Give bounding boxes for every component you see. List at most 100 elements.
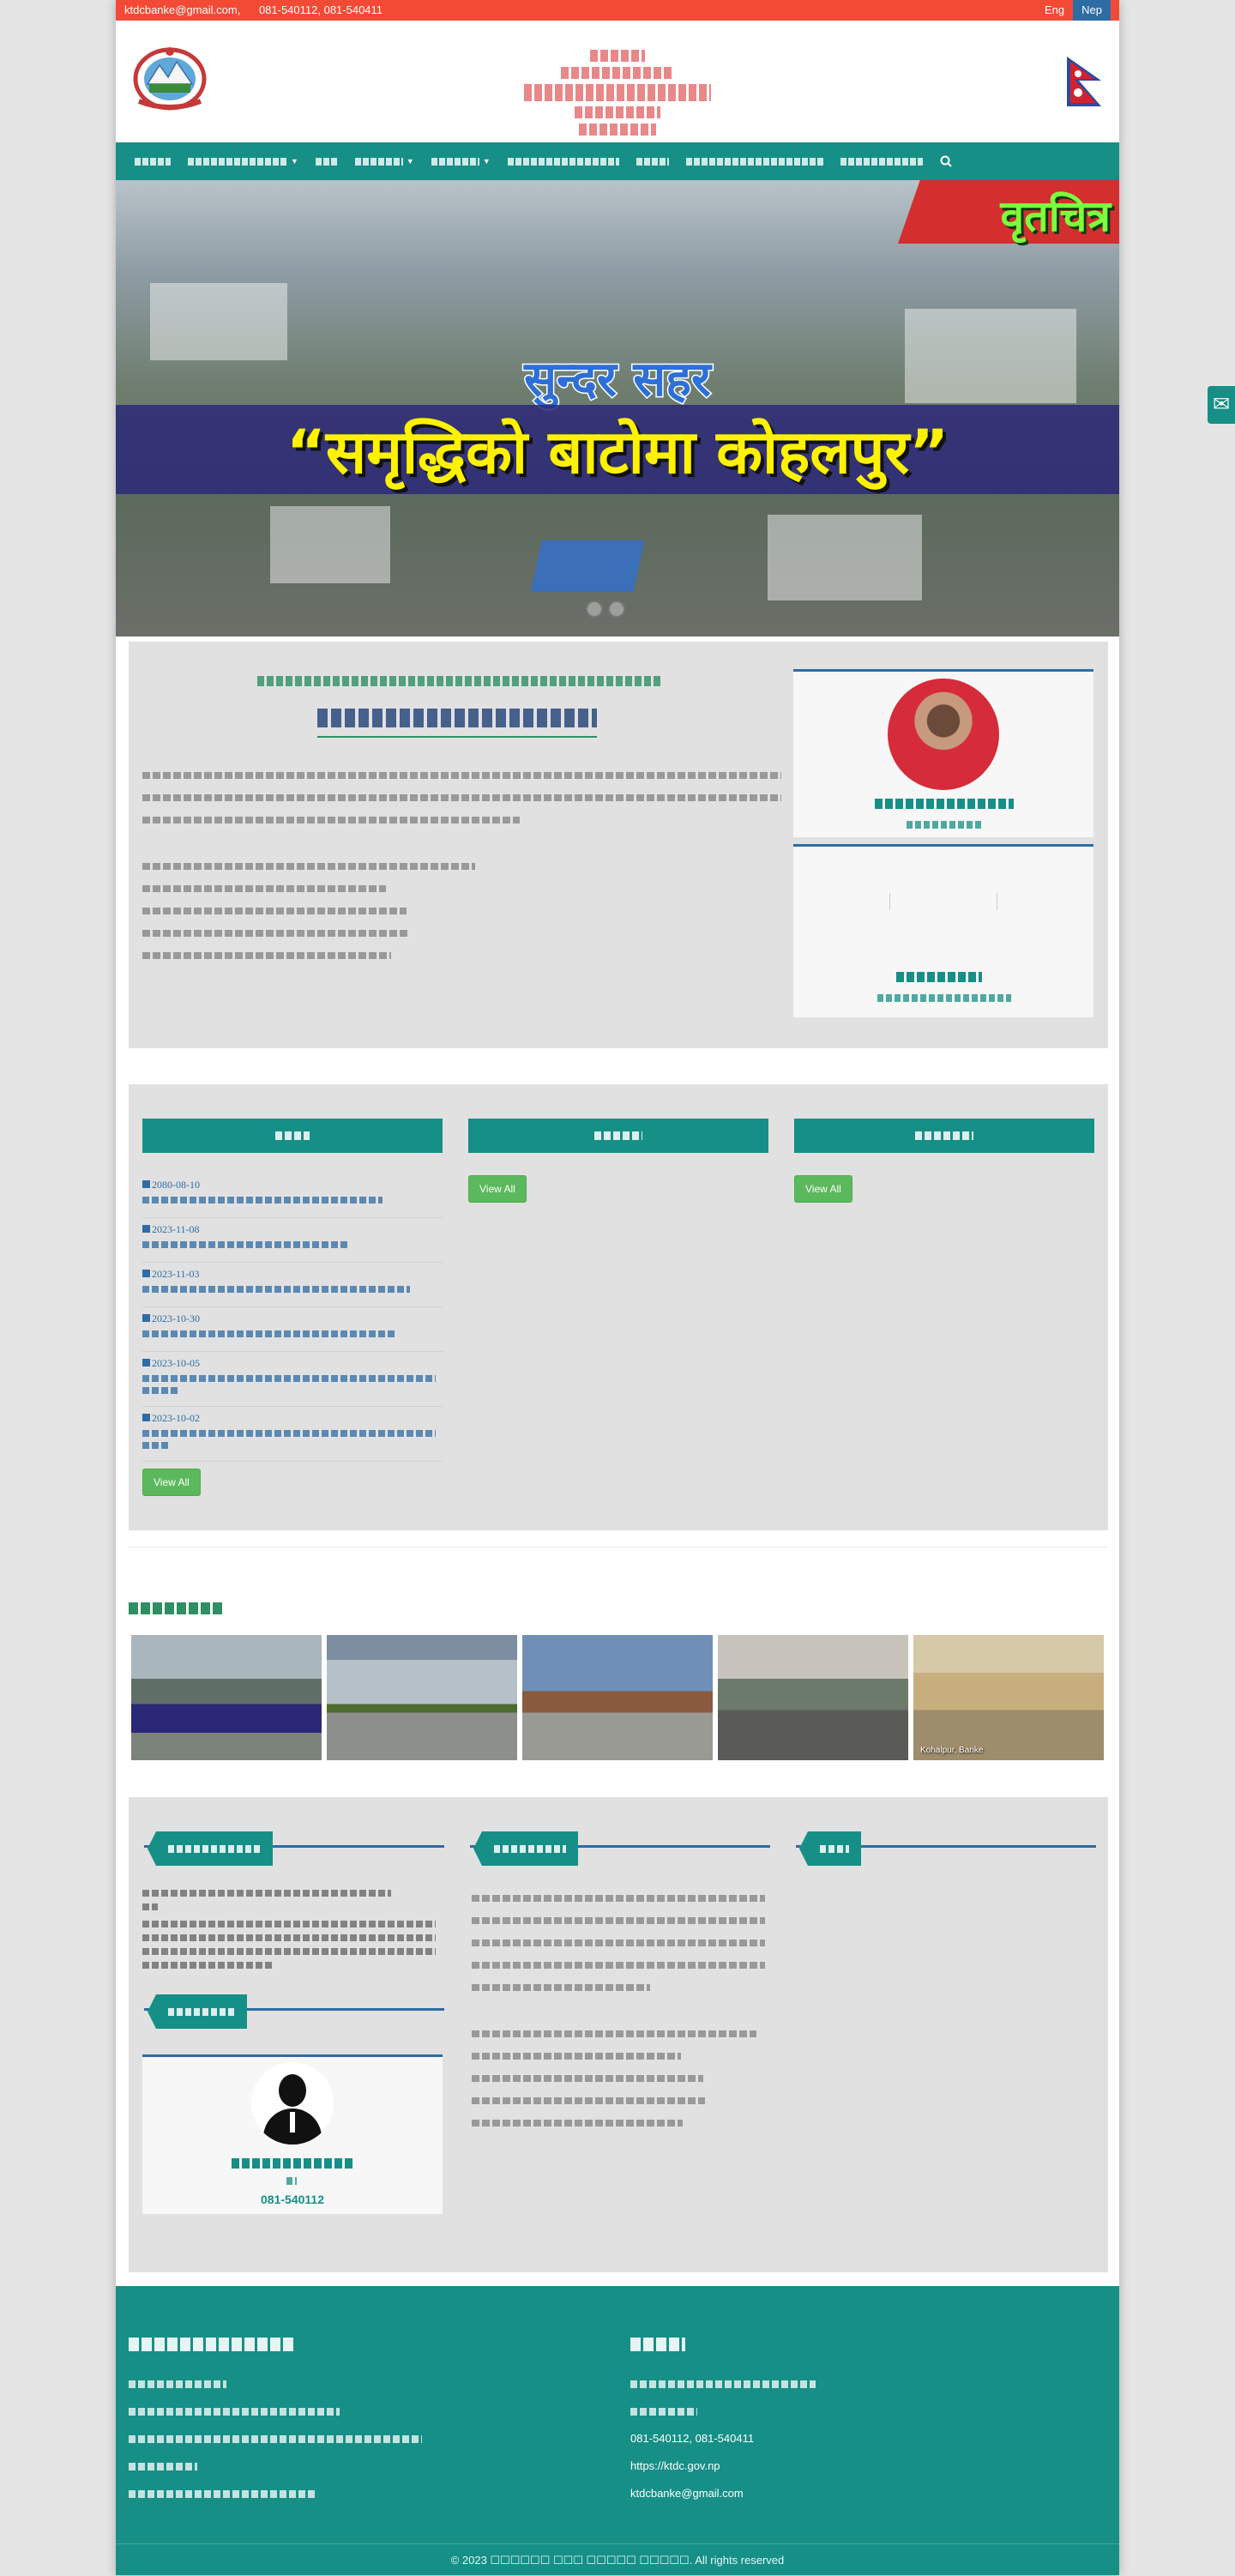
lang-nepali-button[interactable]: Nep: [1073, 0, 1111, 21]
calendar-icon: [142, 1414, 150, 1421]
top-email[interactable]: ktdcbanke@gmail.com,: [124, 3, 240, 16]
notice-item[interactable]: 2023-10-05: [142, 1354, 443, 1407]
notice-title[interactable]: [142, 1286, 410, 1293]
search-icon[interactable]: [931, 142, 961, 180]
notice-title[interactable]: [142, 1375, 436, 1382]
nav-item-label: [636, 157, 669, 166]
gallery-thumb-3[interactable]: [522, 1635, 713, 1760]
page: ktdcbanke@gmail.com, 081-540112, 081-540…: [116, 0, 1119, 2575]
gallery-thumb-2[interactable]: [327, 1635, 517, 1760]
notice-item[interactable]: 2080-08-10: [142, 1175, 443, 1218]
nav-item-8[interactable]: [678, 142, 832, 180]
news-section: 2080-08-10 2023-11-08 2023-11-03 2023-10-30…: [129, 1084, 1108, 1530]
notice-date: 2080-08-10: [142, 1179, 443, 1191]
header-line-4: [575, 106, 660, 118]
nav-item-2[interactable]: ▼: [179, 142, 307, 180]
footer-link[interactable]: [129, 2463, 197, 2470]
notices-view-all-button[interactable]: View All: [142, 1469, 201, 1496]
notice-item[interactable]: 2023-11-03: [142, 1264, 443, 1307]
slider-dot[interactable]: [586, 600, 603, 618]
nav-item-5[interactable]: ▼: [423, 142, 499, 180]
notice-date: 2023-10-30: [142, 1312, 443, 1325]
information-officer-phone: 081-540112: [261, 2193, 324, 2206]
calendar-icon: [142, 1225, 150, 1233]
notice-item[interactable]: 2023-10-02: [142, 1409, 443, 1462]
floating-mail-icon[interactable]: ✉: [1208, 386, 1235, 424]
notice-title[interactable]: [142, 1330, 396, 1337]
main-navigation: ▼ ▼ ▼: [116, 142, 1119, 180]
notice-date: 2023-10-02: [142, 1412, 443, 1425]
gallery-heading: [129, 1602, 225, 1614]
chief-profile-card[interactable]: [793, 669, 1093, 837]
notice-title[interactable]: [142, 1387, 180, 1394]
information-officer-role: [286, 2177, 297, 2185]
footer-link[interactable]: [129, 2380, 226, 2388]
nav-item-9[interactable]: [832, 142, 931, 180]
footer-link[interactable]: [129, 2490, 317, 2498]
footer-website-link[interactable]: https://ktdc.gov.np: [630, 2459, 720, 2472]
office-title-block: [446, 50, 789, 141]
notice-title[interactable]: [142, 1442, 168, 1449]
info-officer-card[interactable]: [793, 844, 1093, 1017]
info-officer-name: [896, 972, 982, 982]
nav-item-7[interactable]: [628, 142, 678, 180]
nav-item-6[interactable]: [499, 142, 628, 180]
site-header: [116, 21, 1119, 142]
footer-link[interactable]: [129, 2435, 422, 2443]
banner-ribbon-text: वृतचित्र: [1000, 191, 1111, 241]
footer-address-line-1: [630, 2380, 816, 2388]
calendar-icon: [142, 1180, 150, 1188]
introduction-section: [129, 642, 1108, 1048]
nav-item-label: [188, 157, 287, 166]
nav-item-label: [840, 157, 923, 166]
footer-email-link[interactable]: ktdcbanke@gmail.com: [630, 2487, 744, 2500]
notice-date: 2023-11-03: [142, 1268, 443, 1281]
chief-name: [875, 799, 1014, 809]
information-officer-card[interactable]: 081-540112: [142, 2054, 443, 2214]
notice-item[interactable]: 2023-11-08: [142, 1220, 443, 1263]
nav-item-label: [354, 157, 403, 166]
notice-item[interactable]: 2023-10-30: [142, 1309, 443, 1352]
nav-item-label: [135, 157, 171, 166]
calendar-icon: [142, 1314, 150, 1322]
slider-dot[interactable]: [608, 600, 625, 618]
footer-phone: 081-540112, 081-540411: [630, 2432, 755, 2445]
column2-heading: [468, 1119, 768, 1153]
gallery-thumb-1[interactable]: [131, 1635, 322, 1760]
gallery-thumb-4[interactable]: [718, 1635, 908, 1760]
info-officer-photo: [889, 893, 997, 910]
intro-heading: [317, 709, 597, 727]
gallery-thumb-5[interactable]: Kohalpur, Banke: [913, 1635, 1104, 1760]
government-emblem-icon[interactable]: [130, 45, 209, 112]
chief-designation: [907, 821, 982, 829]
notice-date: 2023-11-08: [142, 1223, 443, 1236]
calendar-icon: [142, 1270, 150, 1277]
footer-address-line-2: [630, 2408, 697, 2416]
top-contact-bar: ktdcbanke@gmail.com, 081-540112, 081-540…: [116, 0, 1119, 21]
header-line-1: [590, 50, 645, 62]
notice-title[interactable]: [142, 1430, 436, 1437]
slider-dots: [586, 600, 625, 618]
banner-title: “समृद्धिको बाटोमा कोहलपुर”: [286, 417, 949, 487]
nav-item-label: [431, 157, 479, 166]
lang-english-button[interactable]: Eng: [1036, 0, 1073, 21]
calendar-icon: [142, 1359, 150, 1366]
language-switcher: Eng Nep: [1036, 0, 1111, 21]
nav-item-1[interactable]: [126, 142, 179, 180]
nav-item-label: [685, 157, 823, 166]
top-phone: 081-540112, 081-540411: [258, 3, 383, 16]
hero-banner[interactable]: वृतचित्र सुन्दर सहर “समृद्धिको बाटोमा को…: [116, 180, 1119, 636]
introduction-heading: [470, 1831, 770, 1866]
column3-view-all-button[interactable]: View All: [794, 1175, 852, 1203]
gallery-thumb-caption: Kohalpur, Banke: [920, 1746, 984, 1755]
footer-link[interactable]: [129, 2408, 340, 2416]
chevron-down-icon: ▼: [482, 157, 491, 166]
third-column-heading: [796, 1831, 1096, 1866]
column2-view-all-button[interactable]: View All: [468, 1175, 527, 1203]
notice-title[interactable]: [142, 1241, 350, 1248]
nav-item-3[interactable]: [307, 142, 346, 180]
notice-title[interactable]: [142, 1197, 383, 1204]
nav-item-4[interactable]: ▼: [346, 142, 423, 180]
footer-links-heading: [129, 2338, 295, 2351]
notices-heading: [142, 1119, 443, 1153]
